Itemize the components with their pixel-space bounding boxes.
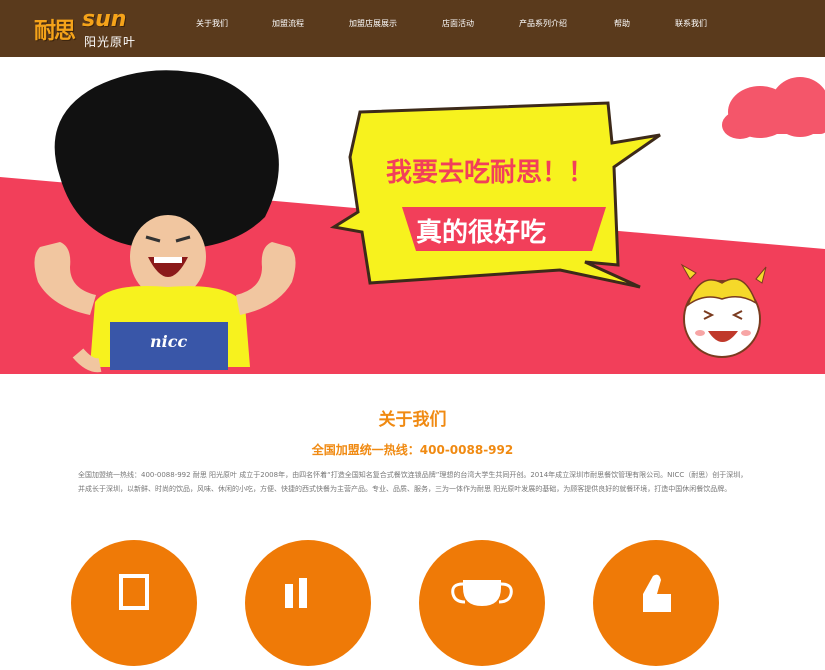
shirt-text: nicc	[150, 332, 187, 351]
hotline-text: 全国加盟统一热线：400-0088-992	[311, 443, 514, 457]
nav-item-products[interactable]: 产品系列介绍	[519, 18, 567, 29]
logo-sub-text: 阳光原叶	[84, 35, 137, 49]
thumbs-up-icon	[643, 574, 671, 612]
about-description: 全国加盟统一热线：400-0088-992 耐思 阳光原叶 成立于2008年，由…	[78, 471, 748, 493]
logo[interactable]: 耐思 sun 阳光原叶	[34, 7, 159, 49]
cloud-icon	[722, 77, 825, 139]
nav-item-help[interactable]: 帮助	[614, 18, 630, 29]
top-nav: 耐思 sun 阳光原叶 关于我们 加盟流程 加盟店展展示 店面活动 产品系列介绍…	[0, 0, 825, 57]
feature-circle-2[interactable]	[245, 540, 371, 666]
nav-item-stores[interactable]: 加盟店展展示	[349, 18, 397, 29]
hero-banner[interactable]: 我要去吃耐思！！ 真的很好吃 nicc	[0, 57, 825, 374]
feature-circle-1[interactable]	[71, 540, 197, 666]
trophy-icon	[451, 580, 513, 606]
document-icon	[119, 574, 149, 610]
logo-main-text: 耐思	[34, 19, 76, 44]
feature-circle-4[interactable]	[593, 540, 719, 666]
bubble-text-1: 我要去吃耐思！！	[386, 158, 594, 188]
hero-illustration: 我要去吃耐思！！ 真的很好吃 nicc	[0, 70, 825, 374]
nav-item-about[interactable]: 关于我们	[196, 18, 228, 29]
bubble-text-2: 真的很好吃	[416, 217, 546, 248]
nav-item-activities[interactable]: 店面活动	[442, 18, 474, 29]
feature-circle-3[interactable]	[419, 540, 545, 666]
chart-icon	[285, 578, 307, 608]
nav-item-join-process[interactable]: 加盟流程	[272, 18, 304, 29]
about-title: 关于我们	[378, 410, 447, 430]
logo-sun-text: sun	[82, 7, 127, 32]
speech-bubble	[329, 101, 661, 289]
nav-item-contact[interactable]: 联系我们	[675, 18, 707, 29]
